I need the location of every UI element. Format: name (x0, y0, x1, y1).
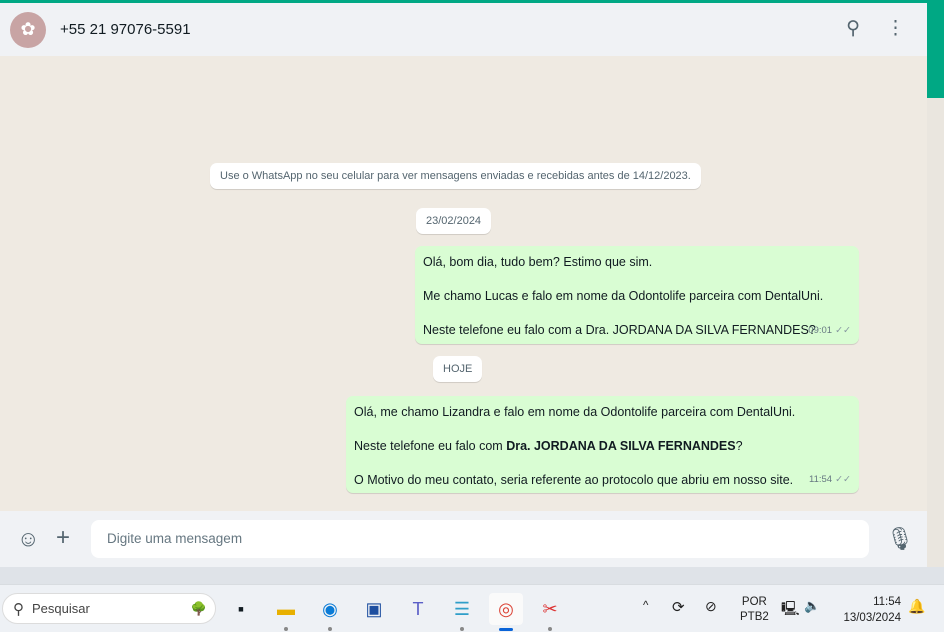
taskbar: ⚲ Pesquisar 🌳 ▪ ▬ ◉ ▣ T ☰ ◎ ✂ ^ ⟳ ⊘ POR PTB… (0, 584, 944, 632)
microphone-icon[interactable]: 🎙 (886, 526, 914, 552)
message-time: 09:01 (808, 325, 833, 336)
window-edge (927, 3, 944, 98)
taskbar-search[interactable]: ⚲ Pesquisar 🌳 (2, 593, 216, 624)
contact-name[interactable]: +55 21 97076-5591 (60, 21, 191, 38)
date-divider: 23/02/2024 (416, 208, 492, 234)
compose-bar: ☺ + Digite uma mensagem 🎙 (0, 511, 927, 567)
message-bubble-outgoing[interactable]: Olá, bom dia, tudo bem? Estimo que sim. … (415, 246, 859, 344)
teams-icon[interactable]: T (401, 593, 435, 625)
emoji-icon[interactable]: ☺ (17, 526, 39, 552)
more-options-icon[interactable]: ⋮ (886, 17, 905, 40)
butterfly-icon: ✿ (20, 19, 36, 39)
message-input[interactable]: Digite uma mensagem (91, 520, 869, 558)
message-text: O Motivo do meu contato, seria referente… (354, 473, 794, 487)
chrome-icon[interactable]: ◎ (489, 593, 523, 631)
notification-bell-icon[interactable]: 🔔 (908, 598, 925, 615)
plus-icon[interactable]: + (56, 524, 70, 552)
notepad-icon[interactable]: ☰ (445, 593, 479, 631)
clock[interactable]: 11:54 13/03/2024 (837, 594, 901, 626)
window-bottom (0, 567, 944, 584)
chat-header: ✿ +55 21 97076-5591 ⚲ ⋮ (0, 3, 927, 56)
window-edge-gray (927, 98, 944, 584)
store-icon[interactable]: ▣ (357, 593, 391, 625)
message-bubble-outgoing[interactable]: Olá, me chamo Lizandra e falo em nome da… (346, 396, 859, 493)
search-label: Pesquisar (32, 601, 90, 616)
message-text: Olá, me chamo Lizandra e falo em nome da… (354, 405, 796, 419)
language-indicator[interactable]: POR PTB2 (740, 595, 769, 625)
message-time: 11:54 (809, 474, 833, 485)
message-text: Neste telefone eu falo com a Dra. JORDAN… (423, 323, 816, 337)
network-icon[interactable]: 🖳 (781, 598, 800, 622)
edge-icon[interactable]: ◉ (313, 593, 347, 631)
message-list[interactable]: Use o WhatsApp no seu celular para ver m… (0, 56, 927, 511)
message-text: Me chamo Lucas e falo em nome da Odontol… (423, 289, 824, 303)
task-view-icon[interactable]: ▪ (224, 593, 258, 625)
file-explorer-icon[interactable]: ▬ (269, 593, 303, 631)
message-text: Olá, bom dia, tudo bem? Estimo que sim. (423, 255, 653, 269)
cloud-off-icon[interactable]: ⊘ (705, 598, 717, 615)
date-divider: HOJE (433, 356, 483, 382)
message-text: Neste telefone eu falo com Dra. JORDANA … (354, 439, 743, 453)
sync-icon[interactable]: ⟳ (672, 598, 685, 616)
search-icon: ⚲ (13, 600, 24, 618)
snipping-tool-icon[interactable]: ✂ (533, 593, 567, 631)
volume-icon[interactable]: 🔈 (804, 598, 820, 614)
autumn-trees-icon: 🌳 (190, 600, 207, 616)
system-notice: Use o WhatsApp no seu celular para ver m… (210, 163, 701, 189)
chevron-up-icon[interactable]: ^ (643, 600, 648, 612)
double-check-icon: ✓✓ (835, 325, 851, 336)
avatar[interactable]: ✿ (10, 11, 46, 48)
search-icon[interactable]: ⚲ (846, 17, 860, 40)
double-check-icon: ✓✓ (835, 474, 851, 485)
